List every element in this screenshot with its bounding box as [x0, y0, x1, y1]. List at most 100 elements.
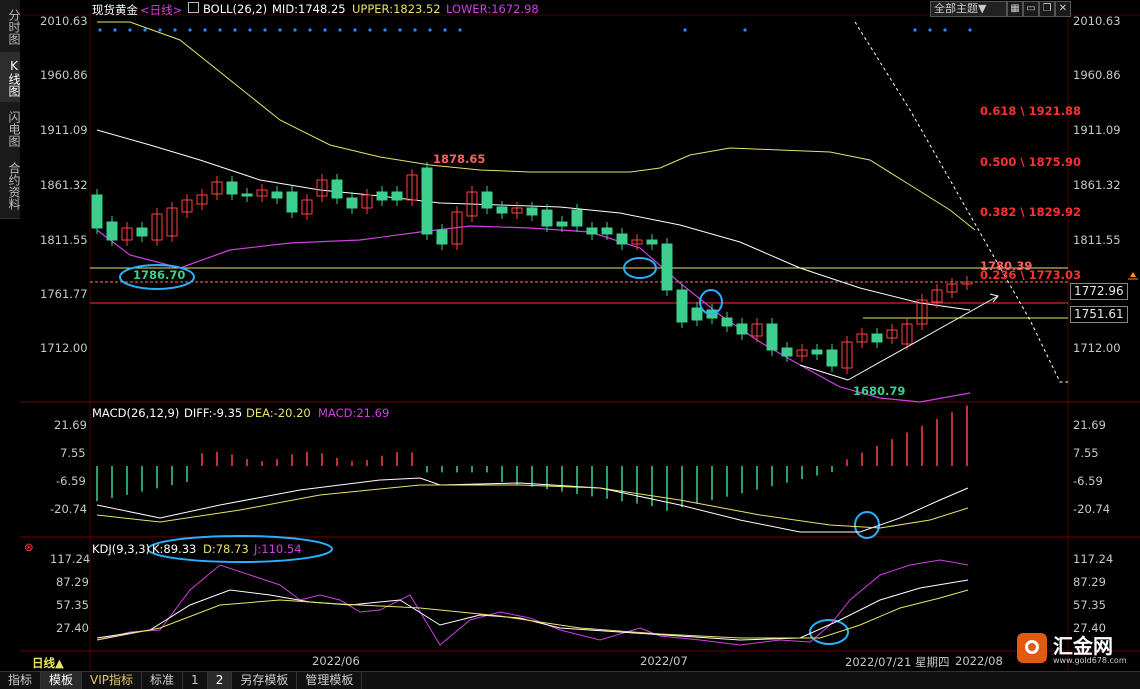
candle-body — [616, 233, 628, 245]
instrument-title: 现货黄金 — [92, 3, 138, 17]
event-dot — [173, 28, 177, 32]
candle-body — [556, 221, 568, 227]
price-axis-left-label: 1861.32 — [40, 178, 88, 192]
manage-template-button[interactable]: 管理模板 — [297, 672, 363, 689]
price-axis-right-label: 1712.00 — [1073, 341, 1121, 355]
theme-select[interactable]: 全部主题▼ — [930, 1, 1007, 17]
restore-icon[interactable]: ❐ — [1039, 1, 1055, 17]
price-axis-left-label: 1960.86 — [40, 68, 88, 82]
boll-mid-line — [96, 129, 971, 311]
event-dot — [308, 28, 312, 32]
event-dot — [278, 28, 282, 32]
candle-body — [661, 243, 673, 291]
event-dot — [443, 28, 447, 32]
candle-body — [826, 349, 838, 367]
candle-body — [496, 206, 508, 214]
candle-body — [271, 191, 283, 199]
candle-body — [676, 289, 688, 323]
fib-618-label: 0.618 \ 1921.88 — [980, 104, 1081, 118]
template-tab[interactable]: 模板 — [41, 672, 83, 689]
boll-indicator-name: BOLL(26,2) — [203, 2, 268, 16]
boll-lower-line — [96, 225, 971, 403]
close-icon[interactable]: ✕ — [1055, 1, 1071, 17]
grid-icon[interactable]: ▦ — [1007, 1, 1023, 17]
save-template-button[interactable]: 另存模板 — [232, 672, 298, 689]
macd-title: MACD(26,12,9) — [92, 406, 180, 420]
event-dot — [383, 28, 387, 32]
event-dot — [113, 28, 117, 32]
window-icon[interactable]: ▭ — [1023, 1, 1039, 17]
tab-kline[interactable]: K线图 — [0, 52, 21, 105]
event-dot — [743, 28, 747, 32]
period-label[interactable]: <日线> — [140, 2, 182, 18]
logo-url: www.gold678.com — [1053, 656, 1127, 665]
macd-axis-label: 21.69 — [54, 418, 87, 432]
kdj-axis-label: 117.24 — [50, 552, 91, 566]
standard-tab[interactable]: 标准 — [142, 672, 184, 689]
level-price-box: 1751.61 — [1070, 306, 1128, 323]
gold678-logo: 汇金网 www.gold678.com — [1015, 630, 1133, 668]
tab-flash[interactable]: 闪电图 — [0, 102, 21, 157]
vip-indicator-tab[interactable]: VIP指标 — [82, 672, 143, 689]
event-dot — [203, 28, 207, 32]
boll-upper-line — [97, 21, 976, 231]
current-price-box: 1772.96 — [1070, 283, 1128, 300]
candle-body — [106, 221, 118, 241]
event-dot — [428, 28, 432, 32]
indicator-tab[interactable]: 指标 — [0, 672, 42, 689]
kdj-d: D:78.73 — [203, 542, 249, 556]
recent-high-annotation: 1780.39 — [980, 259, 1033, 273]
kdj-axis-label: 87.29 — [1073, 575, 1106, 589]
macd-axis-label: 21.69 — [1073, 418, 1106, 432]
candle-body — [541, 209, 553, 227]
event-dot — [413, 28, 417, 32]
candle-body — [391, 191, 403, 201]
event-dot — [338, 28, 342, 32]
event-dot — [353, 28, 357, 32]
layout-1-button[interactable]: 1 — [183, 672, 208, 689]
candle-body — [721, 317, 733, 327]
layout-2-button[interactable]: 2 — [207, 672, 233, 689]
kdj-settings-icon[interactable]: ⊛ — [24, 540, 34, 554]
kdj-axis-label: 57.35 — [1073, 598, 1106, 612]
candle-body — [586, 227, 598, 235]
tab-contract-info[interactable]: 合约资料 — [0, 154, 21, 219]
low-annotation: 1680.79 — [853, 384, 906, 398]
candle-body — [646, 239, 658, 245]
candle-body — [481, 191, 493, 209]
price-axis-right-label: 1811.55 — [1073, 233, 1121, 247]
downtrend-line — [854, 21, 1068, 383]
candle-body — [571, 209, 583, 227]
highlight-ellipse — [854, 511, 880, 539]
macd-dea: DEA:-20.20 — [246, 406, 311, 420]
event-dot — [233, 28, 237, 32]
candle-body — [871, 333, 883, 343]
fib-382-label: 0.382 \ 1829.92 — [980, 205, 1081, 219]
price-axis-right-label: 1861.32 — [1073, 178, 1121, 192]
indicator-toggle-icon[interactable] — [188, 2, 199, 13]
kdj-axis-label: 117.24 — [1073, 552, 1114, 566]
alert-marker — [1130, 272, 1136, 277]
period-switch[interactable]: 日线▲ — [32, 655, 64, 671]
event-dot — [248, 28, 252, 32]
candle-body — [601, 227, 613, 235]
candle-body — [346, 197, 358, 209]
price-axis-left-label: 2010.63 — [40, 14, 88, 28]
event-dot — [968, 28, 972, 32]
candle-body — [91, 194, 103, 229]
candle-body — [811, 349, 823, 355]
candle-body — [331, 179, 343, 199]
candle-body — [526, 207, 538, 216]
event-dot — [928, 28, 932, 32]
crosshair-date-label: 2022/07/21 星期四 — [845, 655, 950, 669]
event-dot — [943, 28, 947, 32]
chart-canvas[interactable] — [0, 0, 1140, 688]
macd-axis-label: -20.74 — [50, 502, 88, 516]
tab-timeshare[interactable]: 分时图 — [0, 0, 21, 55]
kdj-d-line — [96, 589, 969, 641]
macd-dea-line — [96, 484, 969, 529]
kdj-title: KDJ(9,3,3) — [92, 542, 151, 556]
candle-body — [736, 323, 748, 335]
candle-body — [226, 181, 238, 195]
candle-body — [376, 191, 388, 201]
